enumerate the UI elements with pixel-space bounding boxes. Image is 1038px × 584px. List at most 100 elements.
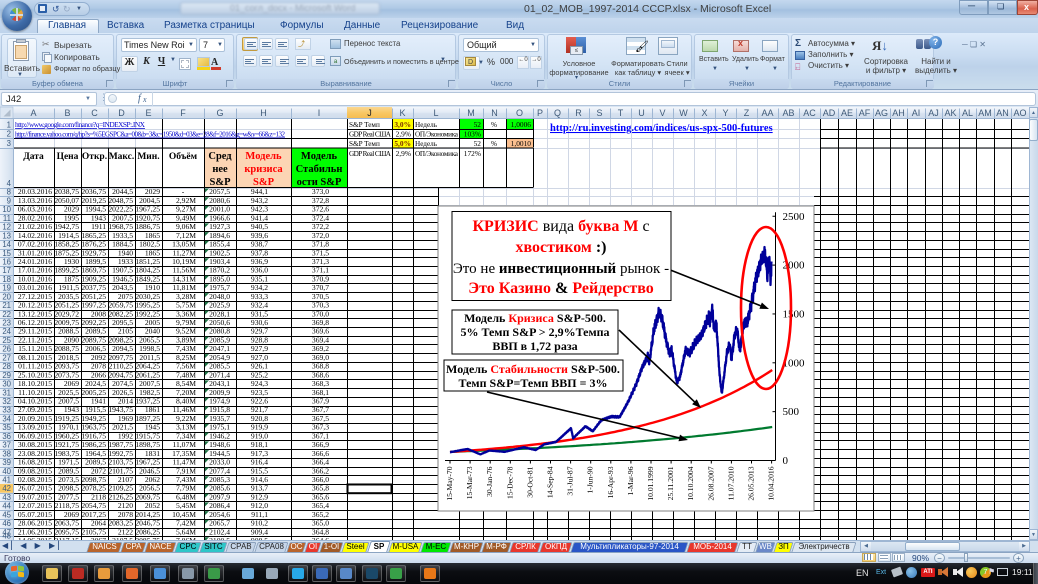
svg-text:913,7: 913,7 bbox=[251, 484, 268, 493]
svg-text:1966,6: 1966,6 bbox=[209, 213, 230, 222]
svg-text:D: D bbox=[118, 108, 125, 118]
svg-text:2063,75: 2063,75 bbox=[54, 519, 79, 528]
svg-text:07.02.2016: 07.02.2016 bbox=[18, 240, 52, 249]
svg-text:10.01.1999: 10.01.1999 bbox=[646, 466, 655, 500]
svg-text:Z: Z bbox=[744, 108, 750, 118]
svg-text:2085,9: 2085,9 bbox=[209, 335, 230, 344]
svg-text:25.11.2001: 25.11.2001 bbox=[666, 466, 675, 500]
svg-text:11,56M: 11,56M bbox=[172, 266, 196, 275]
svg-text:K: K bbox=[399, 108, 405, 118]
svg-text:11,27M: 11,27M bbox=[172, 248, 196, 257]
svg-text:1935,7: 1935,7 bbox=[209, 414, 230, 423]
svg-text:G: G bbox=[216, 108, 223, 118]
svg-text:1865: 1865 bbox=[145, 231, 160, 240]
svg-text:13.09.2015: 13.09.2015 bbox=[18, 423, 52, 432]
svg-text:2086,25: 2086,25 bbox=[135, 527, 160, 536]
svg-text:1970,1: 1970,1 bbox=[58, 423, 79, 432]
svg-text:16-Apr-93: 16-Apr-93 bbox=[606, 466, 615, 498]
svg-text:9,06M: 9,06M bbox=[176, 222, 196, 231]
svg-text:15.11.2015: 15.11.2015 bbox=[18, 344, 52, 353]
svg-text:AE: AE bbox=[841, 108, 853, 118]
svg-text:367,7: 367,7 bbox=[312, 405, 329, 414]
svg-text:12: 12 bbox=[2, 223, 11, 232]
svg-text:366,4: 366,4 bbox=[312, 458, 329, 467]
svg-text:1986,25: 1986,25 bbox=[81, 440, 106, 449]
svg-text:38: 38 bbox=[2, 449, 11, 458]
svg-text:1982,5: 1982,5 bbox=[139, 388, 160, 397]
svg-text:2073,75: 2073,75 bbox=[54, 370, 79, 379]
svg-text:AD: AD bbox=[823, 108, 836, 118]
svg-text:1898,75: 1898,75 bbox=[135, 440, 160, 449]
svg-text:2102,4: 2102,4 bbox=[209, 527, 230, 536]
svg-text:Темп S&P=Темп ВВП = 3%: Темп S&P=Темп ВВП = 3% bbox=[459, 376, 608, 390]
svg-text:17: 17 bbox=[2, 266, 11, 275]
svg-text:M: M bbox=[467, 108, 475, 118]
svg-text:06.12.2015: 06.12.2015 bbox=[18, 318, 52, 327]
svg-text:931,5: 931,5 bbox=[251, 309, 268, 318]
svg-text:20.12.2015: 20.12.2015 bbox=[18, 301, 52, 310]
svg-text:2085,3: 2085,3 bbox=[209, 475, 230, 484]
svg-text:7,43M: 7,43M bbox=[176, 344, 196, 353]
svg-text:2014,25: 2014,25 bbox=[135, 510, 160, 519]
svg-text:2026,5: 2026,5 bbox=[112, 388, 133, 397]
svg-text:http://finance.yahoo.com/q/hp?: http://finance.yahoo.com/q/hp?s=%5EGSPC&… bbox=[15, 131, 286, 139]
svg-text:13.03.2016: 13.03.2016 bbox=[18, 196, 52, 205]
svg-text:372,2: 372,2 bbox=[312, 222, 329, 231]
svg-text:Сред: Сред bbox=[208, 151, 232, 162]
svg-text:2120: 2120 bbox=[118, 501, 133, 510]
svg-text:2024,5: 2024,5 bbox=[85, 379, 106, 388]
svg-text:03.01.2016: 03.01.2016 bbox=[18, 283, 52, 292]
svg-text:AF: AF bbox=[859, 108, 871, 118]
svg-text:936,9: 936,9 bbox=[251, 257, 268, 266]
svg-text:925,2: 925,2 bbox=[251, 370, 268, 379]
svg-text:1943: 1943 bbox=[91, 213, 106, 222]
svg-text:2052: 2052 bbox=[145, 501, 160, 510]
svg-text:36: 36 bbox=[2, 432, 11, 441]
svg-text:30-Oct-81: 30-Oct-81 bbox=[525, 466, 534, 497]
svg-text:10,45M: 10,45M bbox=[172, 510, 196, 519]
svg-text:364,8: 364,8 bbox=[312, 527, 329, 536]
svg-text:N: N bbox=[491, 108, 498, 118]
svg-text:1: 1 bbox=[7, 121, 11, 130]
svg-text:366,0: 366,0 bbox=[312, 475, 329, 484]
svg-text:08.11.2015: 08.11.2015 bbox=[18, 353, 52, 362]
svg-text:11.10.2015: 11.10.2015 bbox=[18, 388, 52, 397]
svg-text:2101,75: 2101,75 bbox=[108, 466, 133, 475]
svg-text:H: H bbox=[260, 108, 267, 118]
svg-text:15: 15 bbox=[2, 249, 11, 258]
svg-text:2093,75: 2093,75 bbox=[54, 362, 79, 371]
svg-text:S&P Темп: S&P Темп bbox=[349, 140, 380, 148]
svg-text:AC: AC bbox=[803, 108, 816, 118]
svg-text:2005: 2005 bbox=[145, 318, 160, 327]
svg-text:2040: 2040 bbox=[145, 327, 160, 336]
svg-text:9: 9 bbox=[7, 196, 11, 205]
svg-text:27.12.2015: 27.12.2015 bbox=[18, 292, 52, 301]
svg-text:2022,25: 2022,25 bbox=[108, 205, 133, 214]
svg-text:2009,75: 2009,75 bbox=[54, 318, 79, 327]
svg-text:2029: 2029 bbox=[145, 187, 160, 196]
svg-text:927,9: 927,9 bbox=[251, 344, 268, 353]
svg-text:Объём: Объём bbox=[169, 151, 198, 162]
svg-text:1987,75: 1987,75 bbox=[108, 440, 133, 449]
svg-text:368,6: 368,6 bbox=[312, 370, 329, 379]
svg-text:365,4: 365,4 bbox=[312, 501, 329, 510]
svg-text:2064,25: 2064,25 bbox=[135, 362, 160, 371]
svg-text:1,0010: 1,0010 bbox=[511, 139, 532, 148]
svg-text:1-Mar-96: 1-Mar-96 bbox=[626, 466, 635, 495]
svg-text:2089,5: 2089,5 bbox=[58, 466, 79, 475]
svg-text:2095,75: 2095,75 bbox=[54, 527, 79, 536]
svg-text:935,1: 935,1 bbox=[251, 274, 268, 283]
svg-text:909,4: 909,4 bbox=[251, 527, 268, 536]
svg-text:3: 3 bbox=[7, 139, 11, 148]
svg-text:41: 41 bbox=[2, 475, 11, 484]
svg-text:372,6: 372,6 bbox=[312, 205, 329, 214]
svg-text:2095,5: 2095,5 bbox=[112, 318, 133, 327]
svg-text:Y: Y bbox=[722, 108, 728, 118]
svg-text:23.08.2015: 23.08.2015 bbox=[18, 449, 52, 458]
svg-text:103%: 103% bbox=[464, 130, 481, 139]
svg-text:R: R bbox=[575, 108, 582, 118]
svg-text:AG: AG bbox=[875, 108, 888, 118]
svg-text:2065,5: 2065,5 bbox=[139, 335, 160, 344]
svg-text:1895,0: 1895,0 bbox=[209, 274, 230, 283]
svg-text:28.02.2016: 28.02.2016 bbox=[18, 213, 52, 222]
